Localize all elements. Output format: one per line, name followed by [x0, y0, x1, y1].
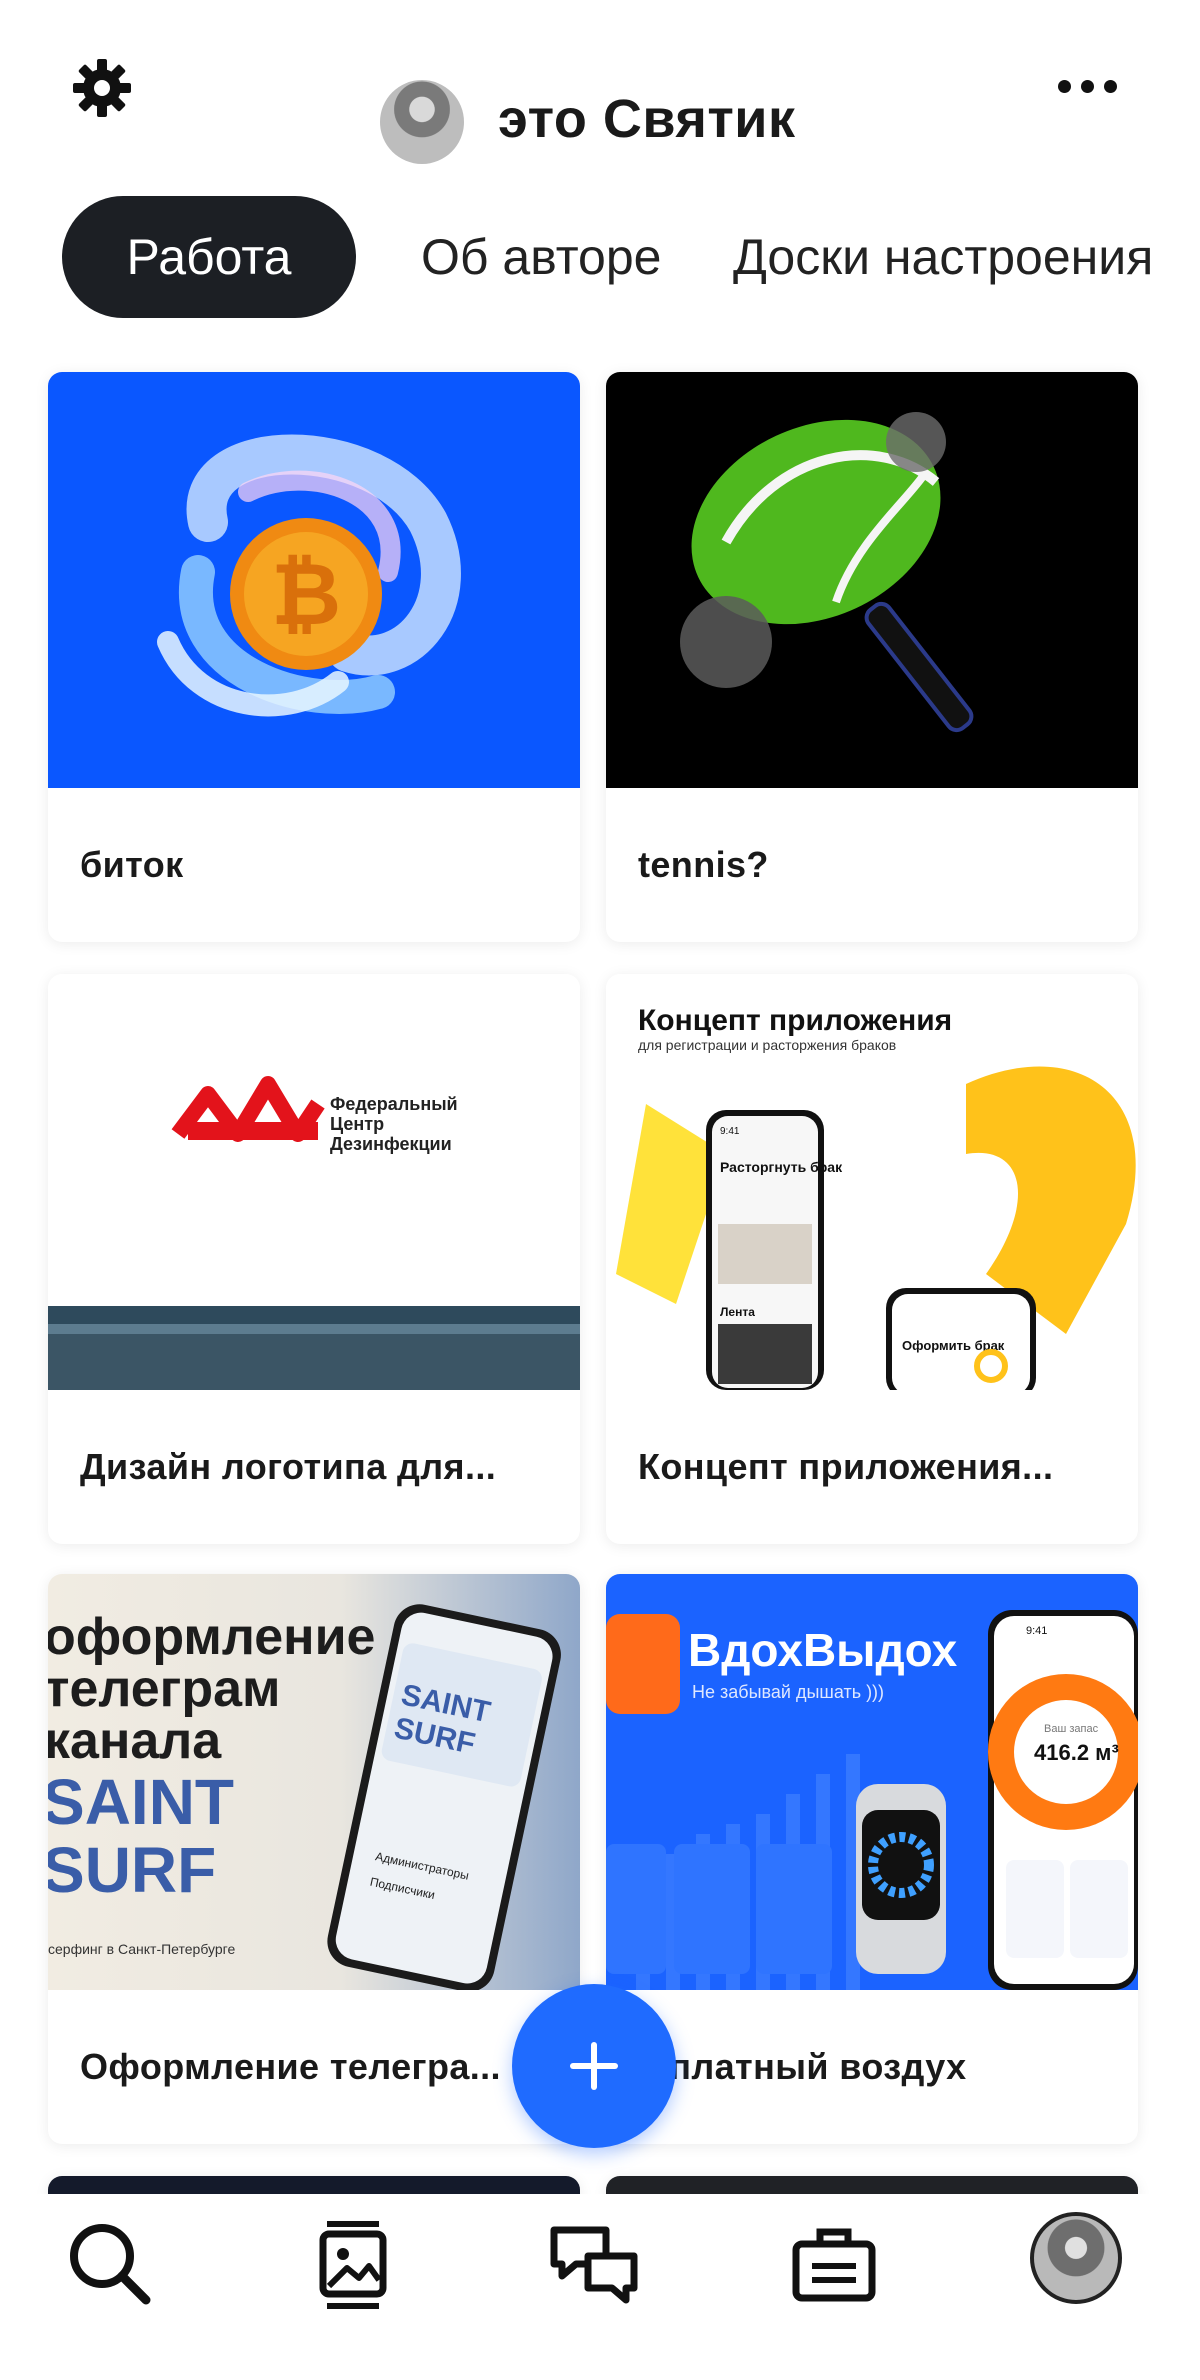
svg-text:серфинг в Санкт-Петербурге: серфинг в Санкт-Петербурге: [48, 1941, 235, 1957]
project-card[interactable]: ВдохВыдох Не забывай дышать ))) Ваш запа…: [606, 1574, 1138, 2144]
project-title: Оформление телегра...: [80, 2046, 501, 2087]
project-image: Концепт приложения для регистрации и рас…: [606, 974, 1138, 1390]
tab-work[interactable]: Работа: [62, 196, 356, 318]
svg-text:оформление: оформление: [48, 1608, 375, 1666]
project-card[interactable]: tennis?: [606, 372, 1138, 942]
svg-text:Не забывай дышать ))): Не забывай дышать ))): [692, 1682, 884, 1702]
project-title: биток: [80, 844, 184, 885]
tab-moodboards[interactable]: Доски настроения: [733, 196, 1153, 318]
project-card[interactable]: оформление телеграм канала SAINT SURF се…: [48, 1574, 580, 2144]
svg-text:Дезинфекции: Дезинфекции: [330, 1134, 452, 1154]
svg-text:Расторгнуть брак: Расторгнуть брак: [720, 1159, 843, 1175]
project-card[interactable]: Концепт приложения для регистрации и рас…: [606, 974, 1138, 1544]
tab-about[interactable]: Об авторе: [421, 196, 661, 318]
svg-text:для регистрации и расторжения: для регистрации и расторжения браков: [638, 1037, 896, 1053]
project-image: [606, 372, 1138, 788]
project-card[interactable]: ₿ биток: [48, 372, 580, 942]
svg-text:ВдохВыдох: ВдохВыдох: [688, 1624, 958, 1676]
add-project-button[interactable]: [512, 1984, 676, 2148]
bottom-navigation: [0, 2194, 1200, 2380]
svg-text:телеграм: телеграм: [48, 1660, 280, 1718]
page-title: это Святик: [498, 89, 796, 149]
svg-text:SAINT: SAINT: [48, 1766, 234, 1838]
svg-text:Лента: Лента: [720, 1305, 755, 1319]
profile-tabs: Работа Об авторе Доски настроения: [0, 196, 1200, 321]
project-title: ...платный воздух: [638, 2046, 967, 2087]
svg-text:9:41: 9:41: [1026, 1625, 1047, 1637]
svg-text:Ваш запас: Ваш запас: [1044, 1723, 1099, 1735]
briefcase-icon[interactable]: [786, 2216, 882, 2312]
svg-text:Центр: Центр: [330, 1114, 384, 1134]
gallery-icon[interactable]: [305, 2216, 401, 2312]
logo-text: Федеральный: [330, 1094, 458, 1114]
avatar[interactable]: [380, 80, 464, 164]
project-image: ВдохВыдох Не забывай дышать ))) Ваш запа…: [606, 1574, 1138, 1990]
svg-text:канала: канала: [48, 1712, 222, 1770]
svg-text:SURF: SURF: [48, 1834, 216, 1906]
chat-icon[interactable]: [546, 2216, 642, 2312]
project-title: tennis?: [638, 844, 769, 885]
svg-text:₿: ₿: [271, 547, 341, 643]
project-title: Дизайн логотипа для...: [80, 1446, 497, 1487]
more-dots-icon[interactable]: [1058, 80, 1118, 94]
svg-text:416.2 м³: 416.2 м³: [1034, 1740, 1119, 1765]
search-icon[interactable]: [62, 2216, 158, 2312]
svg-text:9:41: 9:41: [720, 1126, 740, 1137]
project-image: Федеральный Центр Дезинфекции: [48, 974, 580, 1390]
gear-icon[interactable]: [70, 56, 134, 120]
project-image: оформление телеграм канала SAINT SURF се…: [48, 1574, 580, 1990]
profile-avatar[interactable]: [1030, 2212, 1122, 2304]
profile-header: это Святик: [0, 0, 1200, 180]
project-card[interactable]: Федеральный Центр Дезинфекции Дизайн лог…: [48, 974, 580, 1544]
svg-text:Концепт приложения: Концепт приложения: [638, 1004, 952, 1037]
project-image: ₿: [48, 372, 580, 788]
project-title: Концепт приложения...: [638, 1446, 1054, 1487]
